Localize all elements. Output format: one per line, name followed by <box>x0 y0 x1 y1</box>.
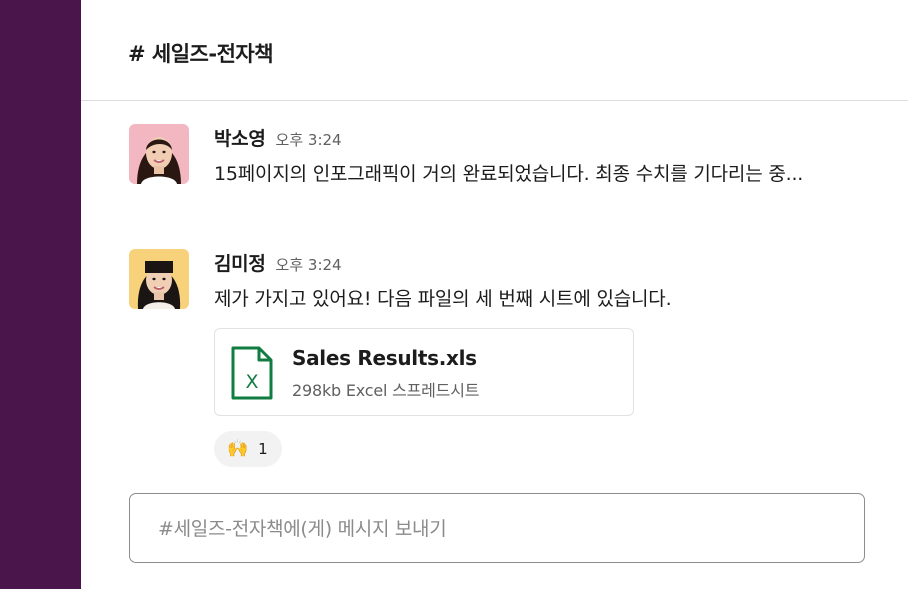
raised-hands-icon: 🙌 <box>227 438 249 459</box>
avatar[interactable] <box>129 124 189 184</box>
message-meta: 박소영 오후 3:24 <box>214 124 864 158</box>
message-text: 15페이지의 인포그래픽이 거의 완료되었습니다. 최종 수치를 기다리는 중.… <box>214 163 804 185</box>
message-meta: 김미정 오후 3:24 <box>214 249 864 283</box>
user-avatar-icon <box>129 124 189 184</box>
message-item: 박소영 오후 3:24 15페이지의 인포그래픽이 거의 완료되었습니다. 최종… <box>129 124 869 224</box>
reaction-count: 1 <box>258 440 268 458</box>
reaction-pill[interactable]: 🙌 1 <box>214 431 282 467</box>
message-timestamp[interactable]: 오후 3:24 <box>276 254 342 275</box>
message-item: 김미정 오후 3:24 제가 가지고 있어요! 다음 파일의 세 번째 시트에 … <box>129 249 869 474</box>
workspace-sidebar <box>0 0 81 589</box>
message-body: 박소영 오후 3:24 15페이지의 인포그래픽이 거의 완료되었습니다. 최종… <box>214 124 864 191</box>
message-text: 제가 가지고 있어요! 다음 파일의 세 번째 시트에 있습니다. <box>214 288 672 310</box>
channel-title[interactable]: # 세일즈-전자책 <box>128 38 274 68</box>
file-name[interactable]: Sales Results.xls <box>292 346 477 370</box>
channel-view: # 세일즈-전자책 박소영 오후 3:24 15페이지의 인포그래픽이 거의 완… <box>81 0 908 589</box>
file-meta: 298kb Excel 스프레드시트 <box>292 381 480 400</box>
channel-header: # 세일즈-전자책 <box>81 0 908 101</box>
message-body: 김미정 오후 3:24 제가 가지고 있어요! 다음 파일의 세 번째 시트에 … <box>214 249 864 316</box>
excel-file-icon: X <box>231 346 273 400</box>
avatar[interactable] <box>129 249 189 309</box>
user-avatar-icon <box>129 249 189 309</box>
excel-file-icon-letter: X <box>245 371 258 393</box>
message-timestamp[interactable]: 오후 3:24 <box>276 129 342 150</box>
message-input[interactable] <box>158 515 838 543</box>
sender-name[interactable]: 김미정 <box>214 249 266 276</box>
message-composer[interactable] <box>129 493 865 563</box>
sender-name[interactable]: 박소영 <box>214 124 266 151</box>
file-attachment[interactable]: X Sales Results.xls 298kb Excel 스프레드시트 <box>214 328 634 416</box>
